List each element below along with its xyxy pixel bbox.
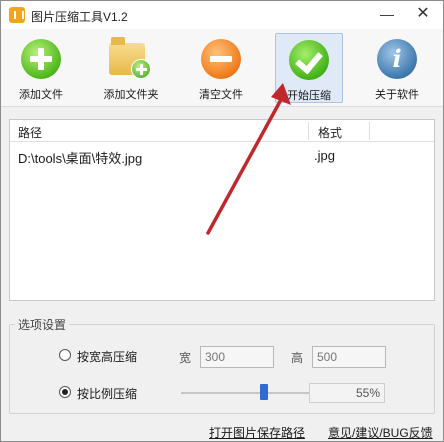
cell-path: D:\tools\桌面\特效.jpg <box>18 151 143 166</box>
start-compress-label: 开始压缩 <box>287 90 331 102</box>
about-icon: i <box>377 39 417 79</box>
table-row[interactable]: D:\tools\桌面\特效.jpg .jpg <box>10 148 434 168</box>
mode-ratio-radio[interactable] <box>59 386 71 398</box>
add-folder-label: 添加文件夹 <box>103 89 159 101</box>
clear-files-button[interactable]: 清空文件 <box>187 33 255 103</box>
add-folder-icon <box>109 37 151 79</box>
add-folder-button[interactable]: 添加文件夹 <box>97 33 165 103</box>
ratio-slider-thumb[interactable] <box>260 384 268 400</box>
file-list-header: 路径 格式 <box>10 120 434 142</box>
mode-size-label[interactable]: 按宽高压缩 <box>77 348 137 365</box>
add-file-button[interactable]: 添加文件 <box>7 33 75 103</box>
column-divider[interactable] <box>369 122 370 140</box>
about-label: 关于软件 <box>375 89 419 101</box>
width-label: 宽 <box>179 351 192 365</box>
mode-size-radio[interactable] <box>59 349 71 361</box>
add-file-icon <box>21 39 61 79</box>
toolbar: 添加文件 添加文件夹 清空文件 开始压缩 i 关于软件 <box>1 29 443 107</box>
app-window: 图片压缩工具V1.2 — ✕ 添加文件 添加文件夹 清空文件 开始压缩 i 关于… <box>0 0 444 442</box>
file-list[interactable]: 路径 格式 D:\tools\桌面\特效.jpg .jpg <box>9 119 435 301</box>
start-compress-button[interactable]: 开始压缩 <box>275 33 343 103</box>
column-header-format[interactable]: 格式 <box>318 124 342 141</box>
about-button[interactable]: i 关于软件 <box>363 33 431 103</box>
start-compress-icon <box>289 40 329 80</box>
close-button[interactable]: ✕ <box>413 5 433 23</box>
open-save-folder-link[interactable]: 打开图片保存路径 <box>209 424 305 441</box>
width-input[interactable]: 300 <box>200 346 274 368</box>
add-file-label: 添加文件 <box>19 89 63 101</box>
height-input[interactable]: 500 <box>312 346 386 368</box>
options-group-title: 选项设置 <box>15 316 70 333</box>
clear-files-icon <box>201 39 241 79</box>
title-bar: 图片压缩工具V1.2 — ✕ <box>1 1 443 29</box>
cell-format: .jpg <box>314 148 335 163</box>
app-logo-icon <box>9 7 25 23</box>
column-header-path[interactable]: 路径 <box>18 124 42 141</box>
height-label: 高 <box>291 351 304 365</box>
feedback-link[interactable]: 意见/建议/BUG反馈 <box>328 424 433 441</box>
minimize-button[interactable]: — <box>377 5 397 23</box>
clear-files-label: 清空文件 <box>199 89 243 101</box>
mode-ratio-label[interactable]: 按比例压缩 <box>77 385 137 402</box>
ratio-percent-display: 55% <box>309 383 385 403</box>
window-title: 图片压缩工具V1.2 <box>31 10 128 24</box>
column-divider[interactable] <box>308 122 309 140</box>
